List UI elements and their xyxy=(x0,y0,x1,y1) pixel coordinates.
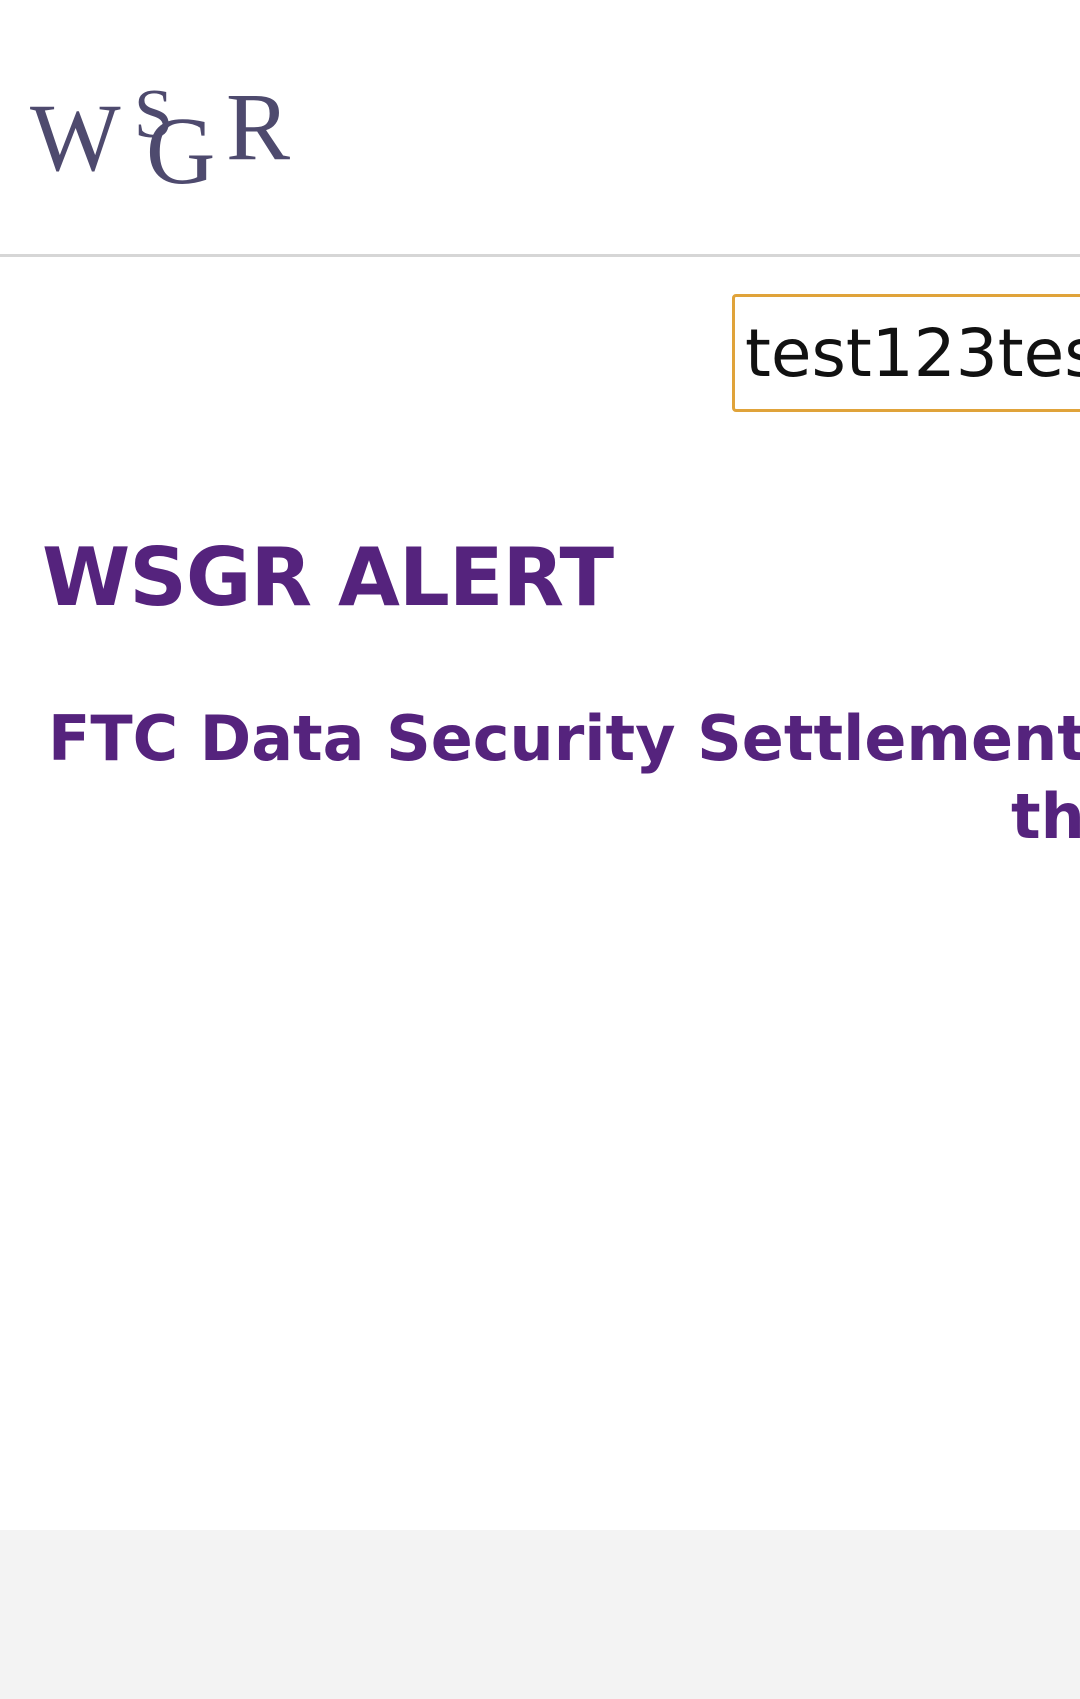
site-header: W S G R xyxy=(0,0,1080,254)
alert-title: FTC Data Security Settlement with tha xyxy=(48,700,1080,856)
wsgr-logo[interactable]: W S G R xyxy=(30,55,330,195)
alert-heading: WSGR ALERT xyxy=(42,531,614,624)
page: W S G R WSGR ALERT FTC Data Security Set… xyxy=(0,0,1080,1699)
svg-text:R: R xyxy=(226,73,290,180)
alert-title-line-2: tha xyxy=(1011,780,1080,853)
svg-text:W: W xyxy=(30,84,121,191)
search-input[interactable] xyxy=(732,294,1080,412)
alert-title-line-1: FTC Data Security Settlement with xyxy=(48,702,1080,775)
header-divider xyxy=(0,254,1080,257)
svg-text:G: G xyxy=(146,97,215,195)
footer-area xyxy=(0,1530,1080,1699)
